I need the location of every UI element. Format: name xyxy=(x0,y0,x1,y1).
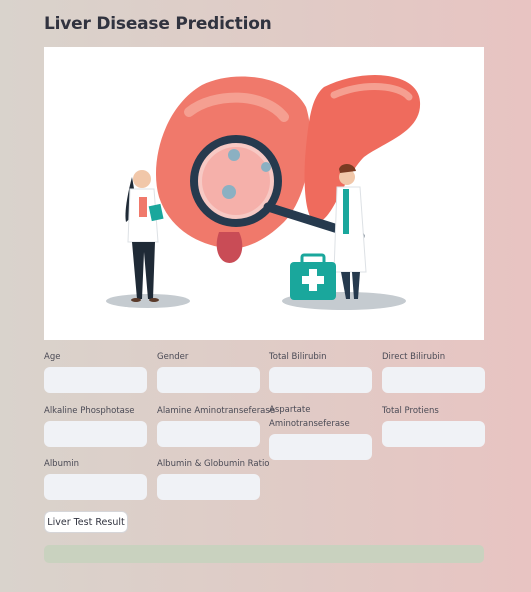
gender-input[interactable] xyxy=(157,367,260,393)
direct-bilirubin-label: Direct Bilirubin xyxy=(382,352,446,362)
aspartate-aminotransferase-label-line1: Aspartate xyxy=(269,405,311,415)
aspartate-aminotransferase-label-line2: Aminotranseferase xyxy=(269,419,350,429)
alkaline-phosphotase-input[interactable] xyxy=(44,421,147,447)
total-bilirubin-input[interactable] xyxy=(269,367,372,393)
albumin-input[interactable] xyxy=(44,474,147,500)
liver-test-result-button[interactable]: Liver Test Result xyxy=(44,511,128,533)
result-output-bar xyxy=(44,545,484,563)
gender-label: Gender xyxy=(157,352,189,362)
albumin-globumin-ratio-label: Albumin & Globumin Ratio xyxy=(157,459,270,469)
hero-illustration xyxy=(44,47,484,340)
total-protiens-label: Total Protiens xyxy=(382,406,439,416)
alkaline-phosphotase-label: Alkaline Phosphotase xyxy=(44,406,135,416)
alamine-aminotransferase-input[interactable] xyxy=(157,421,260,447)
age-label: Age xyxy=(44,352,61,362)
direct-bilirubin-input[interactable] xyxy=(382,367,485,393)
age-input[interactable] xyxy=(44,367,147,393)
albumin-label: Albumin xyxy=(44,459,79,469)
total-protiens-input[interactable] xyxy=(382,421,485,447)
total-bilirubin-label: Total Bilirubin xyxy=(269,352,327,362)
page-title: Liver Disease Prediction xyxy=(44,14,272,34)
aspartate-aminotransferase-input[interactable] xyxy=(269,434,372,460)
liver-doctors-illustration-icon xyxy=(106,75,421,310)
alamine-aminotransferase-label: Alamine Aminotranseferase xyxy=(157,406,276,416)
albumin-globumin-ratio-input[interactable] xyxy=(157,474,260,500)
